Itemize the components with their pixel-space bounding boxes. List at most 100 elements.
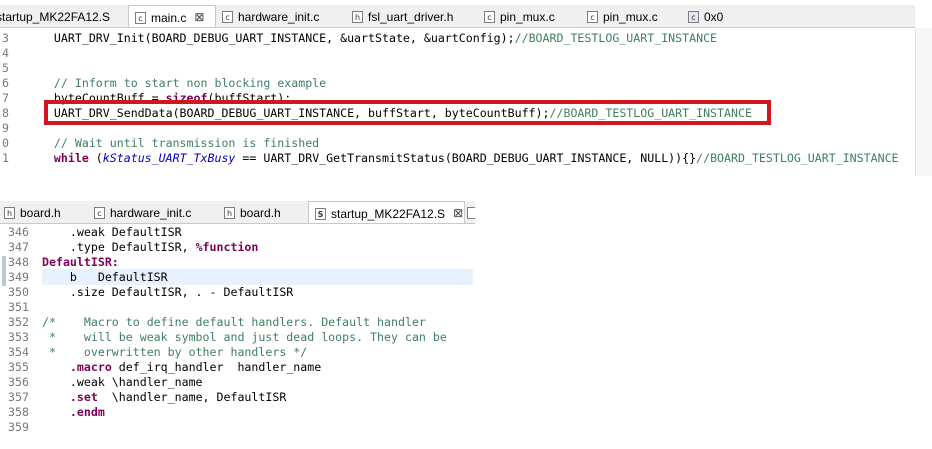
code-line[interactable]: 3 UART_DRV_Init(BOARD_DEBUG_UART_INSTANC… [0, 31, 932, 46]
line-number: 348 [8, 255, 29, 269]
code-token: * overwritten by other handlers */ [42, 345, 308, 359]
line-number: 5 [2, 61, 9, 75]
highlight-annotation-box [44, 100, 771, 125]
code-token: * will be weak symbol and just dead loop… [42, 330, 447, 344]
line-number: 9 [2, 121, 9, 135]
code-line[interactable]: 353 * will be weak symbol and just dead … [0, 330, 475, 345]
tab-board-h[interactable]: h board.h [4, 201, 61, 223]
code-token: // Inform to start non blocking example [26, 76, 327, 90]
code-line[interactable]: 4 [0, 46, 932, 61]
code-line[interactable]: 0 // Wait until transmission is finished [0, 136, 932, 151]
code-token: .size DefaultISR, . - DefaultISR [42, 285, 294, 299]
code-text: .weak DefaultISR [42, 225, 182, 240]
code-token: ( [88, 151, 103, 165]
tab-label: startup_MK22FA12.S [0, 9, 111, 24]
code-text: .type DefaultISR, %function [42, 240, 258, 255]
code-line[interactable]: 350 .size DefaultISR, . - DefaultISR [0, 285, 475, 300]
line-number: 7 [2, 91, 9, 105]
code-line[interactable]: 352 /* Macro to define default handlers. … [0, 315, 475, 330]
code-line[interactable]: 5 [0, 61, 932, 76]
code-token: .type DefaultISR, [42, 240, 196, 254]
code-text: .endm [42, 405, 105, 420]
code-line[interactable]: 359 [0, 420, 475, 435]
top-editor-tabbar: startup_MK22FA12.S c main.c ⊠ c hardware_in… [0, 5, 915, 28]
code-line[interactable]: 6 // Inform to start non blocking exampl… [0, 76, 932, 91]
code-token: //BOARD_TESTLOG_UART_INSTANCE [696, 151, 899, 165]
code-token: %function [195, 240, 259, 254]
tab-startup-file[interactable]: startup_MK22FA12.S [0, 5, 110, 27]
code-text: * will be weak symbol and just dead loop… [42, 330, 447, 345]
line-number: 359 [8, 420, 29, 434]
tab-board-h-2[interactable]: h board.h [224, 201, 281, 223]
close-icon[interactable]: ⊠ [194, 6, 204, 27]
code-token: b DefaultISR [42, 270, 168, 284]
line-number: 6 [2, 76, 9, 90]
code-token: .set [69, 390, 98, 404]
tab-label: pin_mux.c [603, 9, 658, 24]
tab-startup-mk22fa12-s[interactable]: Sstartup_MK22FA12.S ⊠ [308, 201, 465, 223]
code-text: .macro def_irq_handler handler_name [42, 360, 321, 375]
code-text: while (kStatus_UART_TxBusy == UART_DRV_G… [26, 151, 899, 166]
code-token: //BOARD_TESTLOG_UART_INSTANCE [514, 31, 718, 45]
code-line[interactable]: 351 [0, 300, 475, 315]
line-number: 1 [2, 151, 9, 165]
code-token: while [53, 151, 89, 165]
c-file-icon: c [135, 11, 146, 24]
tab-pin-mux-c[interactable]: c pin_mux.c [484, 5, 555, 27]
code-token: .weak DefaultISR [42, 225, 182, 239]
close-icon[interactable]: ⊠ [453, 202, 463, 223]
code-text: /* Macro to define default handlers. Def… [42, 315, 426, 330]
code-line[interactable]: 348 DefaultISR: [0, 255, 475, 270]
code-text: * overwritten by other handlers */ [42, 345, 307, 360]
tab-hardware-init-c[interactable]: c hardware_init.c [94, 201, 191, 223]
code-token: DefaultISR: [42, 255, 119, 269]
tab-label: 0x0 [704, 9, 724, 24]
bottom-editor-tabbar: h board.h c hardware_init.c h board.h Sstar… [0, 201, 475, 224]
line-number: 3 [2, 31, 9, 45]
code-text: .set \handler_name, DefaultISR [42, 390, 286, 405]
line-number: 8 [2, 106, 9, 120]
code-line[interactable]: 358 .endm [0, 405, 475, 420]
code-token: .weak \handler_name [42, 375, 203, 389]
code-text: // Inform to start non blocking example [26, 76, 326, 91]
line-number: 349 [8, 270, 29, 284]
tab-0x0[interactable]: c 0x0 [688, 5, 723, 27]
code-text: DefaultISR: [42, 255, 119, 270]
code-text: .size DefaultISR, . - DefaultISR [42, 285, 293, 300]
startup-s-editor[interactable]: 346 .weak DefaultISR 347 .type DefaultISR… [0, 224, 475, 449]
code-token: UART_DRV_Init(BOARD_DEBUG_UART_INSTANCE,… [26, 31, 515, 45]
code-text: UART_DRV_Init(BOARD_DEBUG_UART_INSTANCE,… [26, 31, 717, 46]
code-line[interactable]: 356 .weak \handler_name [0, 375, 475, 390]
tab-overflow[interactable] [467, 201, 475, 223]
line-number: 356 [8, 375, 29, 389]
line-number: 354 [8, 345, 29, 359]
tab-label: main.c [151, 10, 187, 25]
code-token: .endm [69, 405, 105, 419]
file-icon [467, 206, 475, 219]
c-file-icon: c [688, 10, 699, 23]
code-line[interactable]: 1 while (kStatus_UART_TxBusy == UART_DRV… [0, 151, 932, 166]
code-line[interactable]: 354 * overwritten by other handlers */ [0, 345, 475, 360]
code-line[interactable]: 349 b DefaultISR [0, 270, 475, 285]
tab-hardware-init-c[interactable]: c hardware_init.c [222, 5, 319, 27]
line-number: 0 [2, 136, 9, 150]
h-file-icon: h [352, 10, 363, 23]
code-line[interactable]: 355 .macro def_irq_handler handler_name [0, 360, 475, 375]
code-line[interactable]: 346 .weak DefaultISR [0, 225, 475, 240]
tab-label: pin_mux.c [500, 9, 555, 24]
tab-label: startup_MK22FA12.S [331, 206, 446, 221]
line-number: 355 [8, 360, 29, 374]
line-number: 346 [8, 225, 29, 239]
line-number: 352 [8, 315, 29, 329]
code-line[interactable]: 357 .set \handler_name, DefaultISR [0, 390, 475, 405]
tab-fsl-uart-driver-h[interactable]: h fsl_uart_driver.h [352, 5, 453, 27]
tab-label: fsl_uart_driver.h [368, 9, 454, 24]
tab-pin-mux-c-2[interactable]: c pin_mux.c [587, 5, 658, 27]
line-number: 350 [8, 285, 29, 299]
tab-main-c[interactable]: c main.c ⊠ [128, 5, 216, 27]
code-line[interactable]: 347 .type DefaultISR, %function [0, 240, 475, 255]
